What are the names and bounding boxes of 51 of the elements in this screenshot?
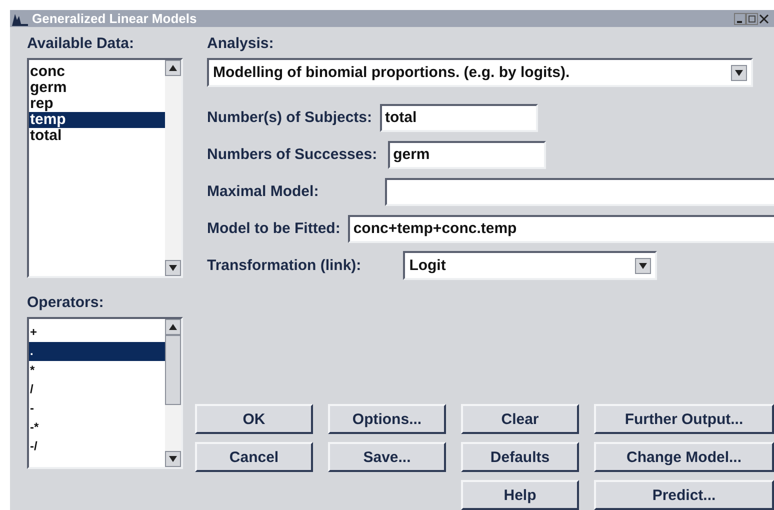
field-label: Model to be Fitted: (207, 220, 340, 237)
analysis-label: Analysis: (207, 35, 275, 52)
list-item[interactable]: conc (29, 64, 165, 80)
scroll-up-button[interactable] (165, 319, 181, 335)
scrollbar[interactable] (165, 60, 181, 276)
available-data-label: Available Data: (27, 35, 135, 52)
dialog-button[interactable]: Save... (328, 442, 446, 472)
list-item[interactable]: + (29, 323, 165, 342)
input-field[interactable]: conc+temp+conc.temp (348, 214, 774, 242)
list-item[interactable]: total (29, 128, 165, 144)
analysis-dropdown[interactable]: Modelling of binomial proportions. (e.g. by logits). (207, 58, 753, 87)
list-item[interactable]: germ (29, 80, 165, 96)
dialog-button[interactable]: Clear (461, 404, 579, 434)
list-item[interactable]: * (29, 361, 165, 380)
input-field[interactable] (384, 178, 774, 206)
window-title: Generalized Linear Models (32, 11, 198, 26)
caret-icon (735, 70, 743, 76)
list-item[interactable]: temp (29, 112, 165, 128)
dialog-button[interactable]: Predict... (594, 480, 774, 510)
list-item[interactable]: . (29, 342, 165, 361)
field-label: Maximal Model: (207, 183, 319, 200)
scrollbar[interactable] (165, 319, 181, 467)
down-arrow-icon (169, 456, 177, 462)
scroll-thumb[interactable] (165, 335, 181, 405)
link-dropdown[interactable]: Logit (403, 251, 658, 280)
list-item[interactable]: -* (29, 418, 165, 437)
list-item[interactable]: rep (29, 96, 165, 112)
dialog-button[interactable]: OK (195, 404, 313, 434)
caret-icon (639, 262, 648, 268)
dialog-button[interactable]: Help (461, 480, 579, 510)
input-field[interactable]: germ (388, 140, 546, 168)
field-label: Number(s) of Subjects: (207, 109, 372, 126)
scroll-down-button[interactable] (165, 260, 181, 276)
dialog-button[interactable]: Change Model... (594, 442, 774, 472)
dialog-button[interactable]: Further Output... (594, 404, 774, 434)
input-field[interactable]: total (380, 104, 538, 132)
window-controls-icon[interactable] (734, 12, 770, 24)
scroll-down-button[interactable] (165, 451, 181, 467)
field-label: Numbers of Successes: (207, 146, 378, 163)
scroll-up-button[interactable] (165, 60, 181, 76)
list-item[interactable]: -/ (29, 437, 165, 456)
up-arrow-icon (169, 65, 177, 71)
list-item[interactable]: / (29, 380, 165, 399)
up-arrow-icon (169, 324, 177, 330)
dialog-button[interactable]: Options... (328, 404, 446, 434)
dialog-button[interactable]: Cancel (195, 442, 313, 472)
operators-label: Operators: (27, 294, 105, 311)
dialog-button[interactable]: Defaults (461, 442, 579, 472)
list-item[interactable]: - (29, 399, 165, 418)
down-arrow-icon (169, 265, 177, 271)
field-label: Transformation (link): (207, 257, 362, 274)
